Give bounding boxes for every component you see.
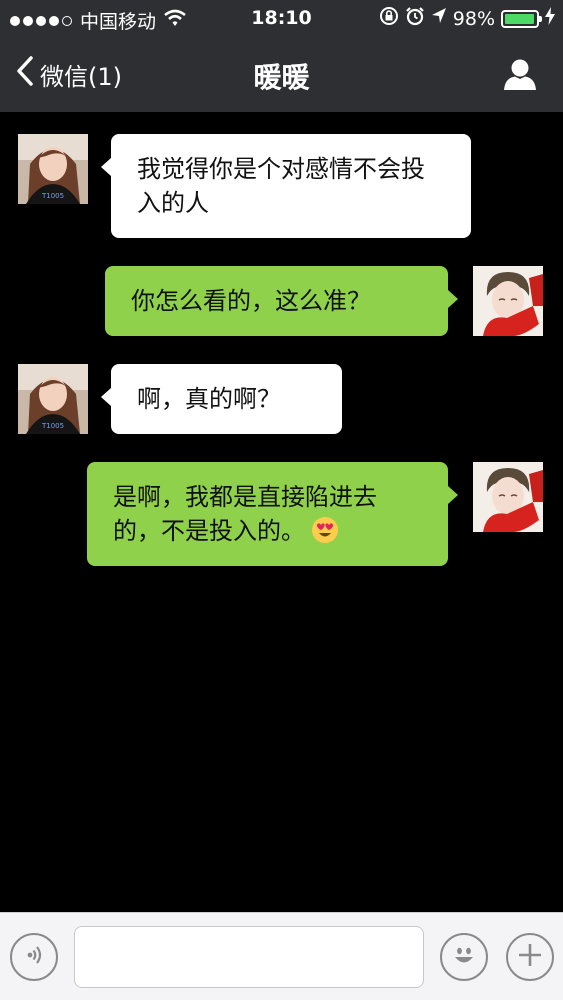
message-bubble-incoming[interactable]: 我觉得你是个对感情不会投入的人 (101, 134, 471, 238)
alarm-icon (405, 6, 425, 31)
message-text: 我觉得你是个对感情不会投入的人 (137, 155, 425, 217)
message-bubble-outgoing[interactable]: 你怎么看的，这么准？ (105, 266, 458, 336)
chat-title: 暖暖 (253, 61, 310, 94)
battery-icon (501, 9, 542, 28)
svg-text:T1005: T1005 (41, 422, 64, 430)
male-avatar[interactable] (473, 266, 543, 336)
add-button[interactable] (506, 933, 554, 981)
svg-text:T1005: T1005 (41, 192, 64, 200)
battery-level (505, 13, 535, 24)
message-text: 啊，真的啊？ (137, 385, 281, 413)
battery-percent: 98% (452, 7, 495, 30)
input-bar (0, 912, 563, 1000)
smiley-icon (449, 940, 479, 974)
location-icon (431, 7, 447, 30)
emoji-button[interactable] (440, 933, 488, 981)
chat-area[interactable]: T1005 我觉得你是个对感情不会投入的人 你怎么看的，这么准？ T1005 啊… (0, 112, 563, 912)
heart-eyes-emoji (311, 516, 339, 544)
message-input[interactable] (74, 926, 424, 988)
female-avatar[interactable]: T1005 (18, 364, 88, 434)
message-bubble-outgoing[interactable]: 是啊，我都是直接陷进去的，不是投入的。 (87, 462, 458, 566)
status-bar: 中国移动 18:10 98% (0, 0, 563, 38)
person-icon (503, 59, 537, 94)
charging-icon (545, 7, 555, 30)
rotation-lock-icon (379, 6, 399, 31)
message-text: 你怎么看的，这么准？ (131, 287, 371, 315)
female-avatar[interactable]: T1005 (18, 134, 88, 204)
message-bubble-incoming[interactable]: 啊，真的啊？ (101, 364, 342, 434)
profile-button[interactable] (503, 58, 537, 94)
voice-button[interactable] (10, 933, 58, 981)
status-right: 98% (379, 6, 555, 31)
nav-bar: 微信(1) 暖暖 (0, 38, 563, 112)
voice-icon (21, 942, 47, 972)
male-avatar[interactable] (473, 462, 543, 532)
plus-icon (516, 941, 544, 973)
